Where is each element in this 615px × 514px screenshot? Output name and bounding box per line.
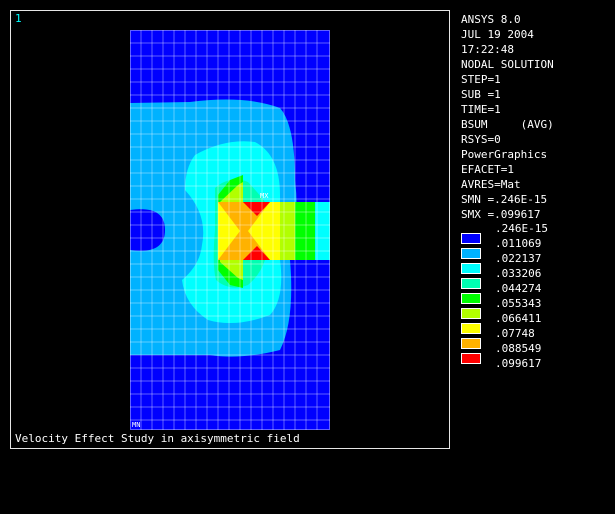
info-line: STEP=1 [461, 73, 501, 86]
contour-plot-svg [130, 30, 330, 430]
window-number: 1 [15, 12, 22, 25]
legend-swatch [461, 278, 481, 289]
info-line: ANSYS 8.0 [461, 13, 521, 26]
info-line: EFACET=1 [461, 163, 514, 176]
plot-title: Velocity Effect Study in axisymmetric fi… [15, 432, 300, 445]
info-line: SMN =.246E-15 [461, 193, 548, 206]
info-line: 17:22:48 [461, 43, 514, 56]
min-marker: MN [132, 421, 141, 429]
legend-item: .033206 [461, 260, 611, 280]
contour-band-1-axis [130, 209, 165, 251]
legend-swatch [461, 323, 481, 334]
legend-item: .099617 [461, 350, 611, 370]
legend-swatch [461, 233, 481, 244]
legend-swatch [461, 293, 481, 304]
info-line: NODAL SOLUTION [461, 58, 554, 71]
legend-swatch [461, 308, 481, 319]
info-line: SMX =.099617 [461, 208, 541, 221]
legend-swatch [461, 248, 481, 259]
max-marker: MX [260, 192, 269, 200]
info-line: PowerGraphics [461, 148, 548, 161]
status-info-panel: ANSYS 8.0 JUL 19 2004 17:22:48 NODAL SOL… [461, 12, 554, 222]
legend-item: .07748 [461, 320, 611, 340]
legend-item: .044274 [461, 275, 611, 295]
info-line: BSUM (AVG) [461, 118, 554, 131]
legend-item: .088549 [461, 335, 611, 355]
info-line: RSYS=0 [461, 133, 501, 146]
info-line: JUL 19 2004 [461, 28, 534, 41]
info-line: TIME=1 [461, 103, 501, 116]
contour-plot[interactable] [130, 30, 330, 430]
legend-item: .066411 [461, 305, 611, 325]
legend-swatch [461, 353, 481, 364]
info-line: AVRES=Mat [461, 178, 521, 191]
legend-swatch [461, 263, 481, 274]
legend-label: .099617 [495, 357, 542, 370]
legend-swatch [461, 338, 481, 349]
legend-item: .022137 [461, 245, 611, 265]
legend-item: .055343 [461, 290, 611, 310]
legend-item: .011069 [461, 230, 611, 250]
info-line: SUB =1 [461, 88, 501, 101]
